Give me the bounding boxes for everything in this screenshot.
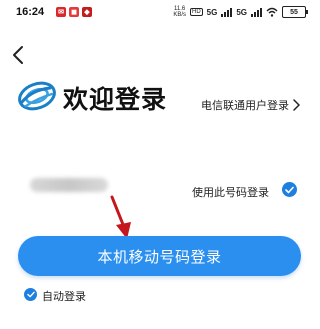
auto-login-checkbox[interactable]	[24, 288, 37, 301]
status-time: 16:24	[16, 6, 45, 18]
checkmark-icon	[285, 186, 294, 193]
notification-app-icon-1: ✉	[56, 7, 66, 17]
back-arrow-icon[interactable]	[8, 44, 30, 66]
telecom-link-label: 电信联通用户登录	[201, 99, 289, 112]
status-right-group: 11.6 KB/s HD 5G 5G 55	[173, 6, 308, 18]
use-number-checkbox[interactable]	[282, 182, 297, 197]
chevron-right-icon	[293, 99, 300, 111]
signal-icon-2	[251, 7, 262, 17]
notification-app-icon-3: ◆	[82, 7, 92, 17]
network-speed: 11.6 KB/s	[173, 6, 186, 18]
masked-phone-number	[30, 178, 108, 192]
china-mobile-logo-icon	[18, 81, 56, 111]
telecom-unicom-login-link[interactable]: 电信联通用户登录	[201, 97, 300, 113]
network-type-2: 5G	[236, 7, 247, 17]
status-bar: 16:24 ✉ ◼ ◆ 11.6 KB/s HD 5G 5G 55	[0, 0, 320, 28]
hd-icon: HD	[189, 8, 203, 16]
use-this-number-label: 使用此号码登录	[192, 186, 269, 199]
page-title: 欢迎登录	[63, 85, 168, 114]
local-number-login-button[interactable]: 本机移动号码登录	[18, 236, 301, 276]
notification-app-icon-2: ◼	[69, 7, 79, 17]
auto-login-label: 自动登录	[42, 290, 86, 303]
notification-icons: ✉ ◼ ◆	[56, 7, 92, 17]
network-type-1: 5G	[206, 7, 218, 17]
red-arrow-annotation	[110, 195, 131, 239]
wifi-icon	[266, 7, 278, 17]
battery-icon: 55	[282, 6, 308, 18]
signal-icon-1	[221, 7, 233, 17]
checkmark-icon	[26, 291, 35, 298]
